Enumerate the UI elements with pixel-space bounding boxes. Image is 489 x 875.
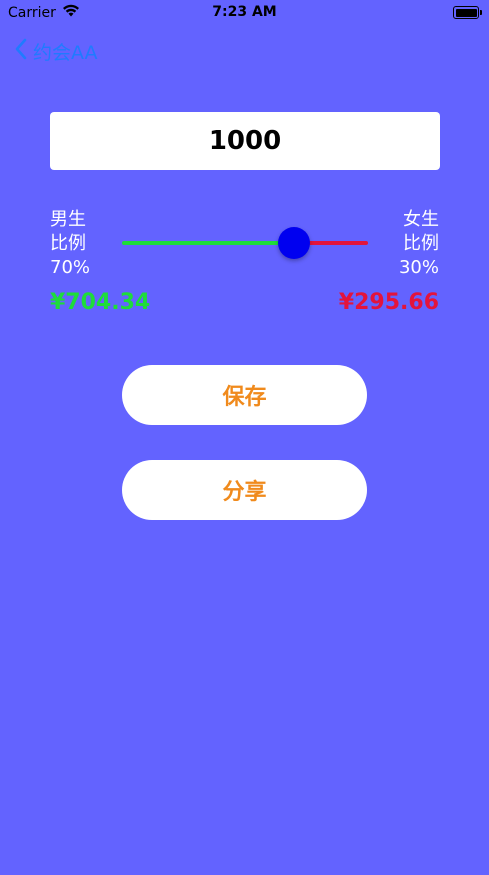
male-label-line2: 比例 (50, 233, 86, 254)
status-bar: Carrier 7:23 AM (0, 0, 489, 26)
chevron-left-icon (14, 38, 27, 65)
status-time: 7:23 AM (212, 4, 277, 20)
back-title: 约会AA (33, 42, 98, 64)
battery-icon (453, 6, 482, 19)
male-label-line1: 男生 (50, 209, 86, 230)
ratio-slider[interactable] (122, 226, 368, 262)
back-button[interactable]: 约会AA (14, 38, 98, 65)
slider-track-male (122, 241, 294, 245)
male-amount: ¥704.34 (50, 290, 151, 315)
female-label-line2: 比例 (403, 233, 439, 254)
slider-thumb[interactable] (278, 227, 310, 259)
female-ratio-label: 女生 比例 30% (399, 208, 439, 280)
save-button[interactable]: 保存 (122, 365, 367, 425)
male-percent: 70% (50, 257, 91, 278)
female-percent: 30% (398, 257, 439, 278)
male-ratio-label: 男生 比例 70% (50, 208, 90, 280)
female-amount: ¥295.66 (338, 290, 439, 315)
share-button[interactable]: 分享 (122, 460, 367, 520)
female-label-line1: 女生 (403, 209, 439, 230)
screen: Carrier 7:23 AM 约会AA 1000 男生 比例 70% 女生 比… (0, 0, 489, 875)
amount-input[interactable]: 1000 (50, 112, 440, 170)
